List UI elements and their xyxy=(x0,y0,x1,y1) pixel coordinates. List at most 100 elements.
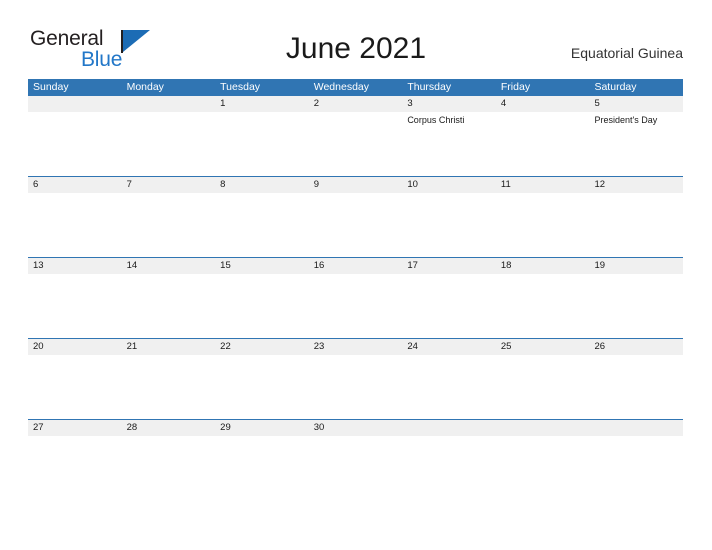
week-inner: 20 21 22 23 24 25 26 xyxy=(28,339,684,419)
weekday-header-wednesday: Wednesday xyxy=(313,81,369,93)
day-events xyxy=(215,436,309,438)
day-number: 9 xyxy=(308,177,403,193)
day-number: 12 xyxy=(589,177,684,193)
day-cell-24[interactable]: 24 xyxy=(402,339,496,419)
day-events xyxy=(589,274,683,276)
calendar-week-row: 13 14 15 16 17 18 19 xyxy=(28,257,684,338)
weekday-header-monday: Monday xyxy=(126,81,164,93)
weekday-header-sunday: Sunday xyxy=(33,81,69,93)
day-number: 8 xyxy=(215,177,309,193)
day-cell-22[interactable]: 22 xyxy=(215,339,309,419)
day-events xyxy=(122,112,216,114)
day-cell-30[interactable]: 30 xyxy=(308,420,403,500)
day-events xyxy=(122,355,216,357)
day-number: 26 xyxy=(589,339,684,355)
day-cell-11[interactable]: 11 xyxy=(495,177,590,257)
day-cell-1[interactable]: 1 xyxy=(215,96,309,176)
day-events xyxy=(122,436,216,438)
day-events xyxy=(215,274,309,276)
day-events xyxy=(589,436,683,438)
calendar-weeks: 1 2 3 Corpus Christi 4 5 President's Day 6 7 8 9 10… xyxy=(28,96,684,500)
day-events xyxy=(496,436,590,438)
weekday-header-saturday: Saturday xyxy=(594,81,637,93)
day-events xyxy=(215,112,309,114)
calendar-week-row: 6 7 8 9 10 11 12 xyxy=(28,176,684,257)
day-cell-17[interactable]: 17 xyxy=(402,258,496,338)
day-events xyxy=(28,355,122,357)
day-number: 23 xyxy=(308,339,403,355)
day-events xyxy=(402,193,496,195)
day-number: 30 xyxy=(308,420,403,436)
day-events xyxy=(496,112,590,114)
day-events xyxy=(309,274,403,276)
day-events xyxy=(309,112,403,114)
day-cell-25[interactable]: 25 xyxy=(495,339,590,419)
day-events xyxy=(122,274,216,276)
day-cell-29[interactable]: 29 xyxy=(215,420,309,500)
day-number xyxy=(495,420,590,436)
day-number: 15 xyxy=(215,258,309,274)
day-cell-28[interactable]: 28 xyxy=(121,420,216,500)
day-events xyxy=(309,193,403,195)
day-number: 27 xyxy=(28,420,122,436)
day-cell-21[interactable]: 21 xyxy=(121,339,216,419)
day-number: 22 xyxy=(215,339,309,355)
day-events xyxy=(309,436,403,438)
day-cell-26[interactable]: 26 xyxy=(589,339,684,419)
weekday-header-thursday: Thursday xyxy=(407,81,452,93)
day-events xyxy=(28,112,122,114)
day-number xyxy=(589,420,684,436)
page-header: General Blue June 2021 Equatorial Guinea xyxy=(0,0,712,78)
day-cell-10[interactable]: 10 xyxy=(402,177,496,257)
day-cell-27[interactable]: 27 xyxy=(28,420,122,500)
day-events xyxy=(496,274,590,276)
day-cell-7[interactable]: 7 xyxy=(121,177,216,257)
day-number: 11 xyxy=(495,177,590,193)
day-number xyxy=(121,96,216,112)
day-cell-3[interactable]: 3 Corpus Christi xyxy=(402,96,496,176)
day-number: 1 xyxy=(215,96,309,112)
day-cell-8[interactable]: 8 xyxy=(215,177,309,257)
day-number: 5 xyxy=(589,96,684,112)
day-events xyxy=(215,193,309,195)
calendar-week-row: 27 28 29 30 xyxy=(28,419,684,500)
day-cell-20[interactable]: 20 xyxy=(28,339,122,419)
day-events xyxy=(496,355,590,357)
day-cell-empty xyxy=(589,420,684,500)
weekday-header-friday: Friday xyxy=(500,81,531,93)
day-number: 29 xyxy=(215,420,309,436)
weekday-header-row: Sunday Monday Tuesday Wednesday Thursday Frid… xyxy=(28,79,683,96)
week-inner: 6 7 8 9 10 11 12 xyxy=(28,177,684,257)
day-number: 25 xyxy=(495,339,590,355)
day-cell-16[interactable]: 16 xyxy=(308,258,403,338)
day-cell-19[interactable]: 19 xyxy=(589,258,684,338)
day-cell-23[interactable]: 23 xyxy=(308,339,403,419)
day-cell-15[interactable]: 15 xyxy=(215,258,309,338)
holiday-label: President's Day xyxy=(594,115,658,125)
day-number: 7 xyxy=(121,177,216,193)
day-number: 16 xyxy=(308,258,403,274)
day-events xyxy=(589,355,683,357)
day-cell-12[interactable]: 12 xyxy=(589,177,684,257)
day-events: Corpus Christi xyxy=(402,112,496,126)
day-cell-13[interactable]: 13 xyxy=(28,258,122,338)
day-cell-5[interactable]: 5 President's Day xyxy=(589,96,684,176)
day-cell-2[interactable]: 2 xyxy=(308,96,403,176)
day-number: 6 xyxy=(28,177,122,193)
day-events xyxy=(28,193,122,195)
day-events xyxy=(402,274,496,276)
day-events xyxy=(215,355,309,357)
day-number: 19 xyxy=(589,258,684,274)
day-number: 4 xyxy=(495,96,590,112)
day-cell-18[interactable]: 18 xyxy=(495,258,590,338)
day-cell-9[interactable]: 9 xyxy=(308,177,403,257)
day-number: 10 xyxy=(402,177,496,193)
day-events xyxy=(402,355,496,357)
day-cell-empty xyxy=(402,420,496,500)
day-cell-6[interactable]: 6 xyxy=(28,177,122,257)
day-events xyxy=(28,274,122,276)
day-cell-4[interactable]: 4 xyxy=(495,96,590,176)
day-events xyxy=(402,436,496,438)
day-cell-14[interactable]: 14 xyxy=(121,258,216,338)
day-cell-empty xyxy=(495,420,590,500)
